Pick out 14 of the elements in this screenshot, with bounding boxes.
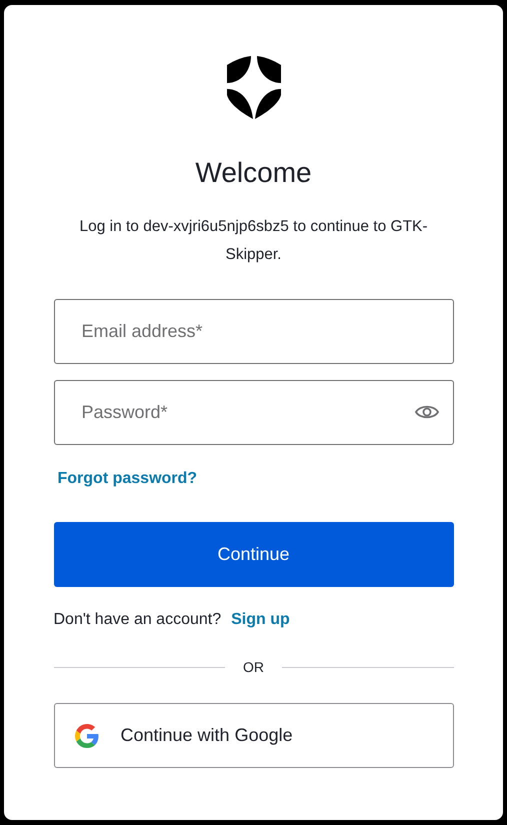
sign-up-link[interactable]: Sign up (231, 611, 290, 629)
signup-prompt: Don't have an account? (54, 611, 222, 629)
google-login-button[interactable]: Continue with Google (54, 703, 454, 768)
eye-icon (414, 404, 438, 420)
forgot-password-link[interactable]: Forgot password? (58, 470, 198, 487)
show-password-button[interactable] (414, 404, 438, 420)
welcome-title: Welcome (195, 156, 312, 190)
or-divider-label: OR (243, 659, 264, 675)
password-field[interactable]: Password* (54, 380, 454, 445)
continue-button[interactable]: Continue (54, 522, 454, 587)
shield-logo-icon (226, 55, 280, 121)
email-field[interactable]: Email address* (54, 299, 454, 364)
login-description: Log in to dev-xvjri6u5njp6sbz5 to continue to GTK-Skipper. (78, 217, 429, 265)
google-g-icon (74, 724, 98, 748)
